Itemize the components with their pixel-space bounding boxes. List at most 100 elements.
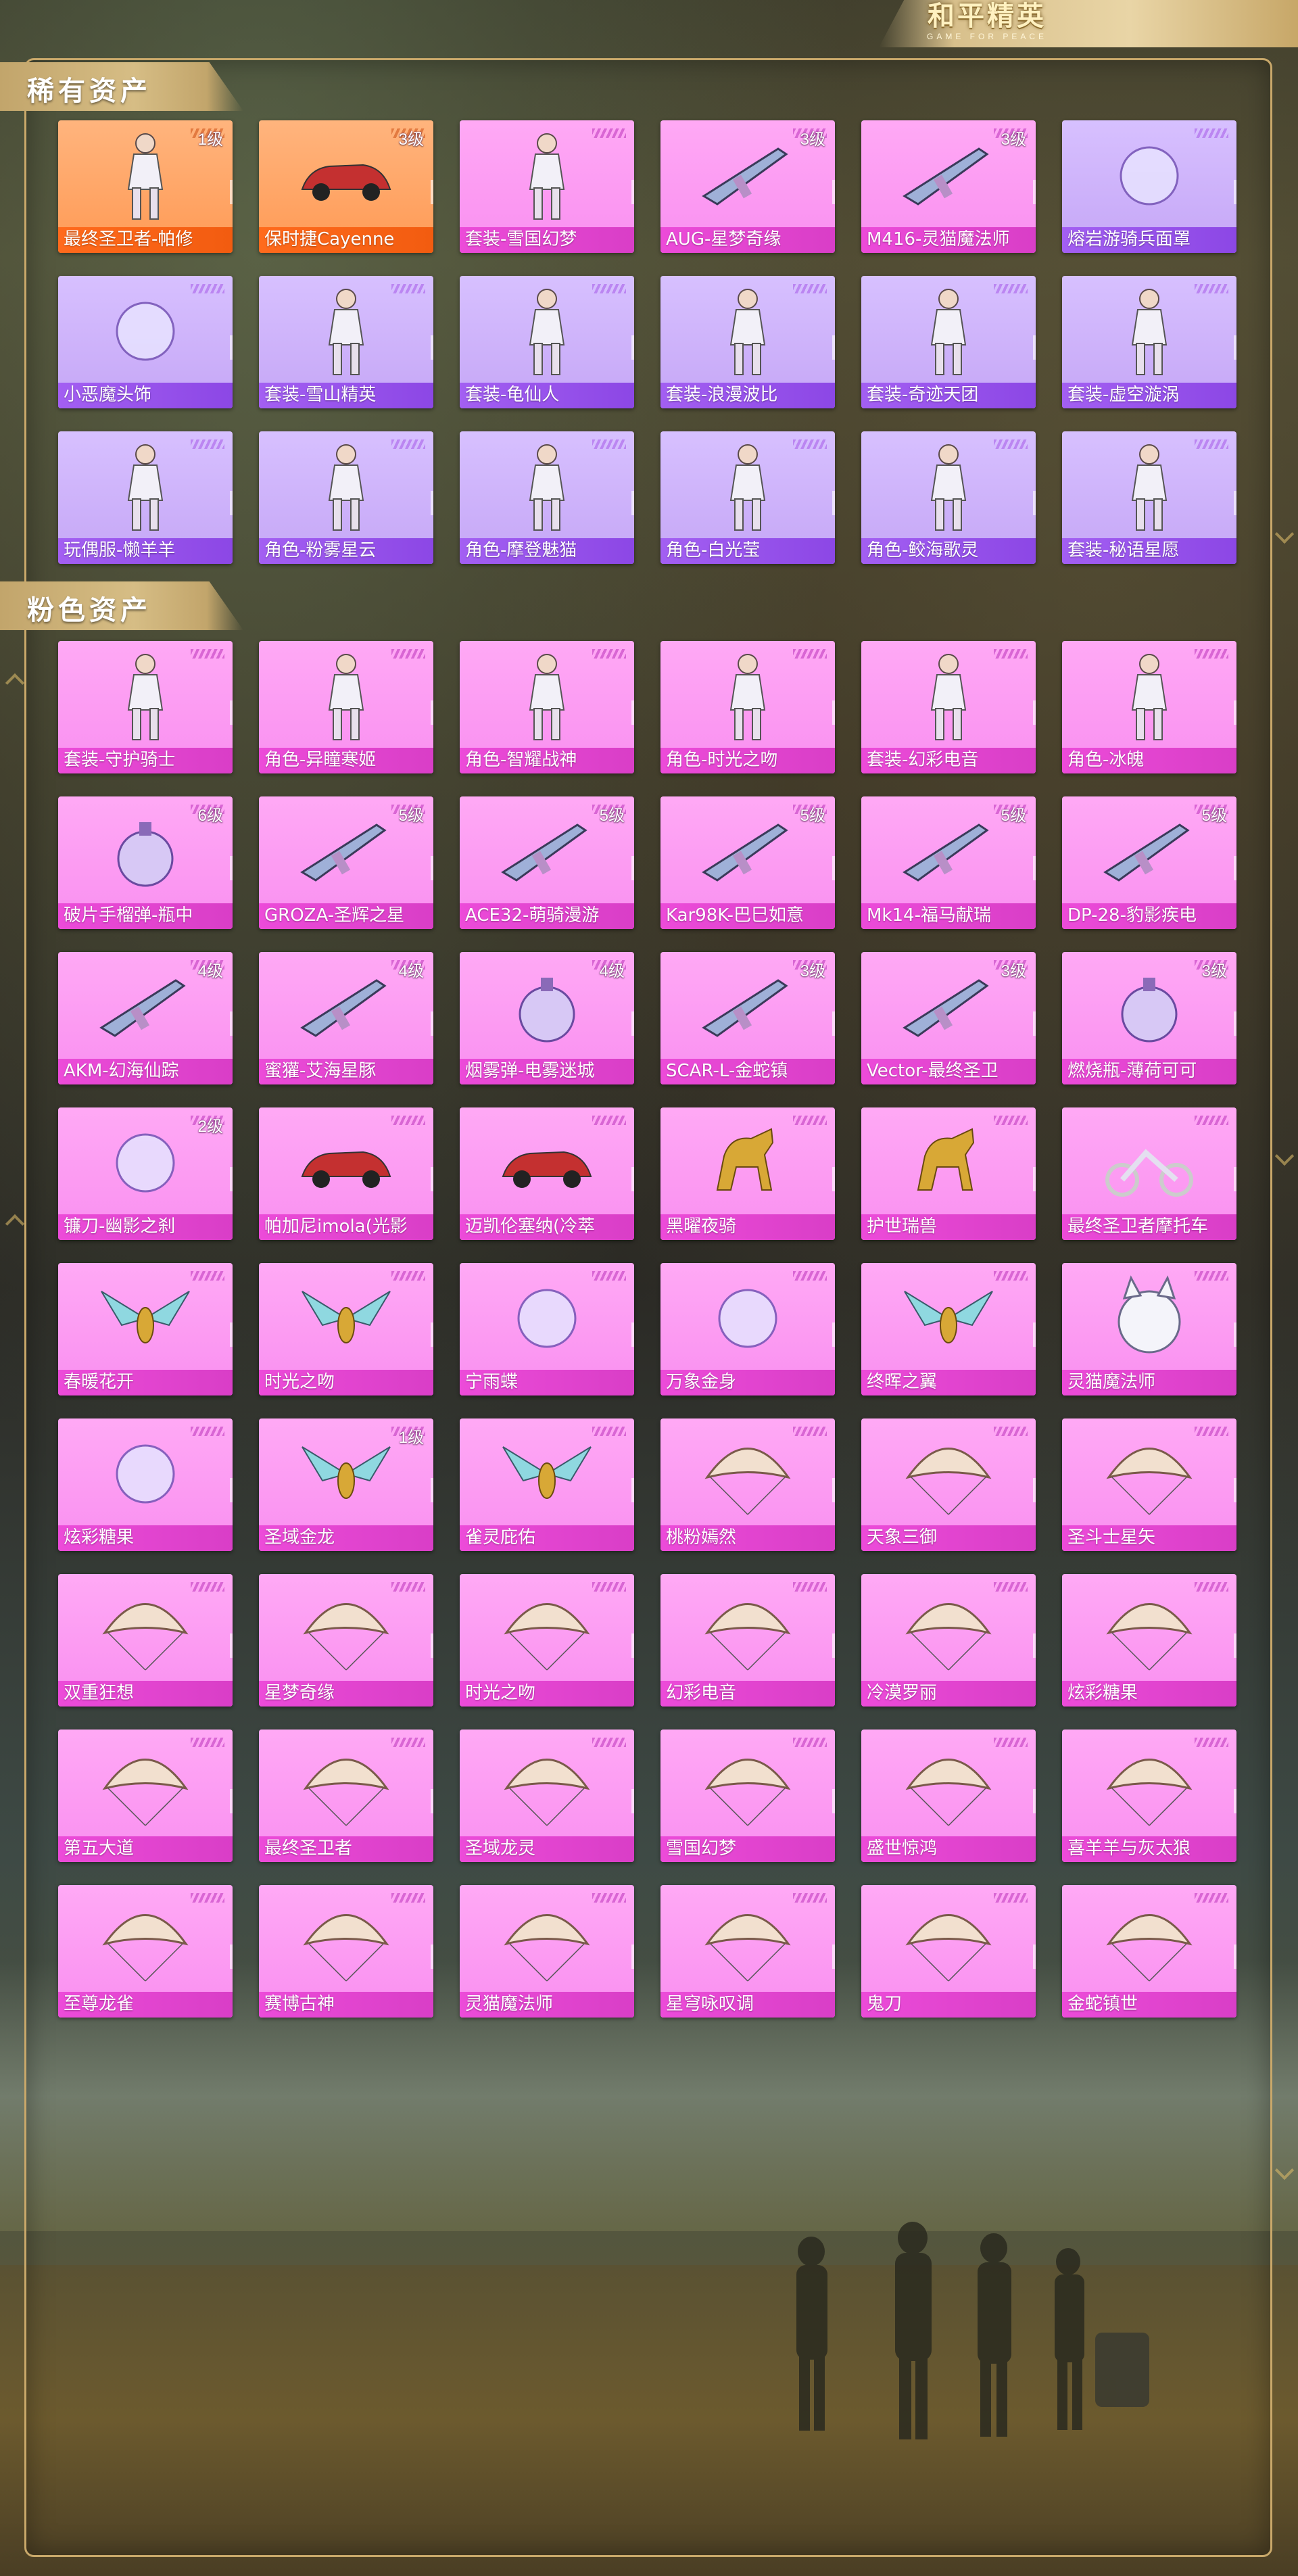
asset-card[interactable]: 1级 最终圣卫者-帕修 — [58, 120, 233, 253]
asset-card[interactable]: 炫彩糖果 — [1062, 1574, 1236, 1707]
asset-card[interactable]: 2级 镰刀-幽影之刹 — [58, 1107, 233, 1240]
asset-name: 护世瑞兽 — [867, 1217, 938, 1236]
asset-card[interactable]: 小恶魔头饰 — [58, 276, 233, 408]
asset-name: 角色-白光莹 — [666, 541, 761, 560]
asset-card[interactable]: 角色-鲛海歌灵 — [861, 431, 1036, 564]
asset-card[interactable]: 至尊龙雀 — [58, 1885, 233, 2018]
game-logo: 和平精英 GAME FOR PEACE — [899, 1, 1075, 45]
card-side-tab — [230, 856, 233, 880]
asset-name: 套装-龟仙人 — [465, 385, 560, 404]
asset-card[interactable]: 角色-白光莹 — [660, 431, 835, 564]
asset-card[interactable]: 冷漠罗丽 — [861, 1574, 1036, 1707]
asset-card[interactable]: 套装-浪漫波比 — [660, 276, 835, 408]
asset-card[interactable]: 4级 蜜獾-艾海星豚 — [259, 952, 433, 1084]
card-side-tab — [431, 1478, 433, 1502]
asset-card[interactable]: 角色-摩登魅猫 — [460, 431, 634, 564]
asset-name: Mk14-福马献瑞 — [867, 906, 991, 925]
asset-name: 星梦奇缘 — [264, 1684, 335, 1702]
card-side-tab — [1234, 700, 1236, 725]
card-side-tab — [832, 1167, 835, 1191]
asset-card[interactable]: 5级 DP-28-豹影疾电 — [1062, 796, 1236, 929]
card-side-tab — [631, 1322, 634, 1347]
asset-card[interactable]: 星梦奇缘 — [259, 1574, 433, 1707]
asset-card[interactable]: 鬼刀 — [861, 1885, 1036, 2018]
asset-name: 套装-幻彩电音 — [867, 750, 979, 769]
character-icon — [729, 654, 766, 740]
asset-card[interactable]: 3级 M416-灵猫魔法师 — [861, 120, 1036, 253]
asset-card[interactable]: 双重狂想 — [58, 1574, 233, 1707]
asset-card[interactable]: 角色-粉雾星云 — [259, 431, 433, 564]
asset-card[interactable]: 灵猫魔法师 — [1062, 1263, 1236, 1396]
outfit-icon — [328, 289, 364, 375]
asset-card[interactable]: 圣域龙灵 — [460, 1730, 634, 1862]
asset-card[interactable]: 时光之吻 — [259, 1263, 433, 1396]
asset-name: 终晖之翼 — [867, 1373, 938, 1391]
asset-card[interactable]: 5级 GROZA-圣辉之星 — [259, 796, 433, 929]
asset-name: 灵猫魔法师 — [465, 1995, 554, 2013]
car-icon — [301, 164, 391, 201]
asset-card[interactable]: 3级 SCAR-L-金蛇镇 — [660, 952, 835, 1084]
asset-card[interactable]: 雀灵庇佑 — [460, 1418, 634, 1551]
asset-card[interactable]: 5级 Mk14-福马献瑞 — [861, 796, 1036, 929]
asset-name: 套装-浪漫波比 — [666, 385, 778, 404]
asset-card[interactable]: 万象金身 — [660, 1263, 835, 1396]
asset-card[interactable]: 1级 圣域金龙 — [259, 1418, 433, 1551]
asset-card[interactable]: 套装-龟仙人 — [460, 276, 634, 408]
asset-card[interactable]: 春暖花开 — [58, 1263, 233, 1396]
asset-card[interactable]: 角色-冰魄 — [1062, 641, 1236, 773]
asset-card[interactable]: 角色-时光之吻 — [660, 641, 835, 773]
asset-card[interactable]: 套装-幻彩电音 — [861, 641, 1036, 773]
asset-card[interactable]: 帕加尼imola(光影 — [259, 1107, 433, 1240]
asset-card[interactable]: 3级 AUG-星梦奇缘 — [660, 120, 835, 253]
dragon-icon — [302, 1446, 391, 1499]
asset-card[interactable]: 最终圣卫者 — [259, 1730, 433, 1862]
asset-card[interactable]: 终晖之翼 — [861, 1263, 1036, 1396]
asset-card[interactable]: 玩偶服-懒羊羊 — [58, 431, 233, 564]
asset-card[interactable]: 套装-雪山精英 — [259, 276, 433, 408]
asset-card[interactable]: 角色-异瞳寒姬 — [259, 641, 433, 773]
asset-card[interactable]: 套装-秘语星愿 — [1062, 431, 1236, 564]
asset-card[interactable]: 3级 燃烧瓶-薄荷可可 — [1062, 952, 1236, 1084]
asset-card[interactable]: 套装-虚空漩涡 — [1062, 276, 1236, 408]
parachute-icon — [704, 1914, 791, 1982]
asset-card[interactable]: 3级 Vector-最终圣卫 — [861, 952, 1036, 1084]
asset-card[interactable]: 天象三御 — [861, 1418, 1036, 1551]
asset-card[interactable]: 时光之吻 — [460, 1574, 634, 1707]
asset-card[interactable]: 宁雨蝶 — [460, 1263, 634, 1396]
asset-card[interactable]: 护世瑞兽 — [861, 1107, 1036, 1240]
asset-card[interactable]: 幻彩电音 — [660, 1574, 835, 1707]
asset-card[interactable]: 迈凯伦塞纳(冷萃 — [460, 1107, 634, 1240]
card-side-tab — [631, 491, 634, 515]
asset-card[interactable]: 5级 ACE32-萌骑漫游 — [460, 796, 634, 929]
asset-card[interactable]: 赛博古神 — [259, 1885, 433, 2018]
level-badge: 4级 — [398, 962, 424, 980]
asset-card[interactable]: 4级 烟雾弹-电雾迷城 — [460, 952, 634, 1084]
asset-card[interactable]: 喜羊羊与灰太狼 — [1062, 1730, 1236, 1862]
asset-card[interactable]: 第五大道 — [58, 1730, 233, 1862]
asset-card[interactable]: 最终圣卫者摩托车 — [1062, 1107, 1236, 1240]
asset-name: 玩偶服-懒羊羊 — [64, 541, 176, 560]
asset-card[interactable]: 炫彩糖果 — [58, 1418, 233, 1551]
asset-name: 至尊龙雀 — [64, 1995, 135, 2013]
outfit-icon — [1131, 444, 1168, 531]
asset-card[interactable]: 黑曜夜骑 — [660, 1107, 835, 1240]
asset-card[interactable]: 灵猫魔法师 — [460, 1885, 634, 2018]
level-badge: 3级 — [1001, 962, 1026, 980]
asset-card[interactable]: 角色-智耀战神 — [460, 641, 634, 773]
asset-card[interactable]: 套装-守护骑士 — [58, 641, 233, 773]
asset-card[interactable]: 套装-雪国幻梦 — [460, 120, 634, 253]
asset-card[interactable]: 桃粉嫣然 — [660, 1418, 835, 1551]
asset-name: 喜羊羊与灰太狼 — [1067, 1839, 1191, 1858]
section-header-pink: 粉色资产 — [0, 581, 243, 630]
asset-card[interactable]: 3级 保时捷Cayenne — [259, 120, 433, 253]
asset-card[interactable]: 熔岩游骑兵面罩 — [1062, 120, 1236, 253]
asset-card[interactable]: 套装-奇迹天团 — [861, 276, 1036, 408]
asset-card[interactable]: 星穹咏叹调 — [660, 1885, 835, 2018]
asset-card[interactable]: 雪国幻梦 — [660, 1730, 835, 1862]
asset-card[interactable]: 4级 AKM-幻海仙踪 — [58, 952, 233, 1084]
asset-card[interactable]: 5级 Kar98K-巴巳如意 — [660, 796, 835, 929]
asset-card[interactable]: 盛世惊鸿 — [861, 1730, 1036, 1862]
asset-card[interactable]: 6级 破片手榴弹-瓶中 — [58, 796, 233, 929]
asset-card[interactable]: 金蛇镇世 — [1062, 1885, 1236, 2018]
asset-card[interactable]: 圣斗士星矢 — [1062, 1418, 1236, 1551]
